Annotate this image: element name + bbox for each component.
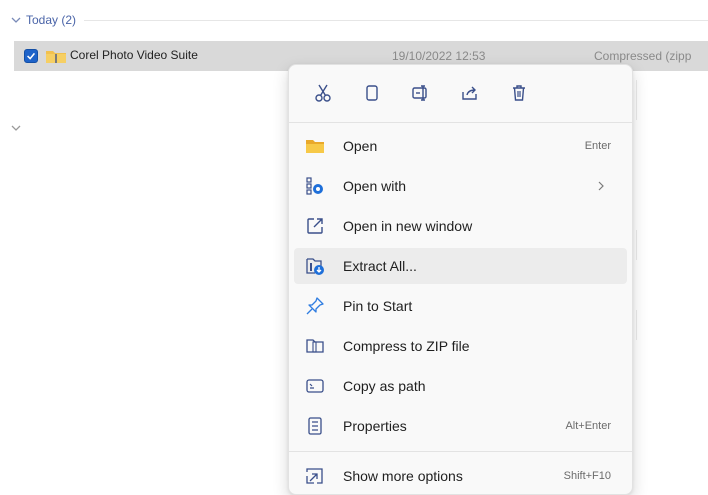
extract-icon (306, 258, 324, 275)
menu-item-label: Extract All... (343, 258, 417, 274)
group-header-today[interactable]: Today (2) (10, 10, 708, 30)
share-icon (462, 86, 477, 100)
rename-button[interactable] (401, 73, 441, 113)
column-divider (636, 310, 637, 340)
rename-icon (412, 85, 427, 101)
copy-path-icon (306, 379, 324, 393)
chevron-right-icon (598, 181, 604, 191)
menu-item-open-in-new-window[interactable]: Open in new window (294, 208, 627, 244)
menu-item-label: Properties (343, 418, 407, 434)
menu-item-label: Open in new window (343, 218, 473, 234)
open-with-icon (306, 177, 323, 195)
menu-item-label: Compress to ZIP file (343, 338, 470, 354)
menu-item-label: Open with (343, 178, 407, 194)
file-type: Compressed (zipp (594, 49, 692, 63)
menu-item-shortcut: Alt+Enter (565, 420, 611, 432)
delete-button[interactable] (499, 73, 539, 113)
zip-folder-icon (46, 51, 66, 63)
menu-item-label: Copy as path (343, 378, 426, 394)
context-menu: Open Enter Open with Open in new window (288, 64, 633, 495)
file-name: Corel Photo Video Suite (70, 48, 198, 62)
file-date-modified: 19/10/2022 12:53 (392, 49, 486, 63)
menu-item-label: Show more options (343, 468, 463, 484)
menu-item-open-with[interactable]: Open with (294, 168, 627, 204)
menu-item-pin-to-start[interactable]: Pin to Start (294, 288, 627, 324)
group-divider (84, 19, 708, 21)
cut-button[interactable] (303, 73, 343, 113)
folder-open-icon (306, 140, 324, 153)
more-options-icon (306, 468, 323, 484)
menu-item-copy-as-path[interactable]: Copy as path (294, 368, 627, 404)
chevron-down-icon[interactable] (10, 122, 22, 134)
group-label: Today (2) (26, 13, 77, 27)
pin-icon (306, 297, 324, 315)
share-button[interactable] (450, 73, 490, 113)
quick-actions-bar (289, 65, 632, 121)
copy-icon (366, 85, 378, 101)
selection-checkbox[interactable] (24, 49, 38, 63)
new-window-icon (307, 218, 323, 234)
menu-separator (289, 122, 632, 123)
menu-item-shortcut: Shift+F10 (563, 470, 611, 482)
menu-item-compress-to-zip[interactable]: Compress to ZIP file (294, 328, 627, 364)
copy-button[interactable] (352, 73, 392, 113)
menu-item-extract-all[interactable]: Extract All... (294, 248, 627, 284)
menu-item-label: Pin to Start (343, 298, 413, 314)
menu-item-show-more-options[interactable]: Show more options Shift+F10 (294, 458, 627, 494)
column-divider (636, 230, 637, 260)
column-divider (636, 80, 637, 120)
menu-item-properties[interactable]: Properties Alt+Enter (294, 408, 627, 444)
menu-item-shortcut: Enter (584, 140, 611, 152)
menu-item-label: Open (343, 138, 378, 154)
properties-icon (308, 417, 322, 435)
delete-icon (513, 85, 525, 101)
chevron-down-icon[interactable] (10, 14, 22, 26)
menu-separator (289, 451, 632, 452)
zip-icon (306, 339, 324, 353)
cut-icon (315, 84, 331, 102)
menu-item-open[interactable]: Open Enter (294, 128, 627, 164)
